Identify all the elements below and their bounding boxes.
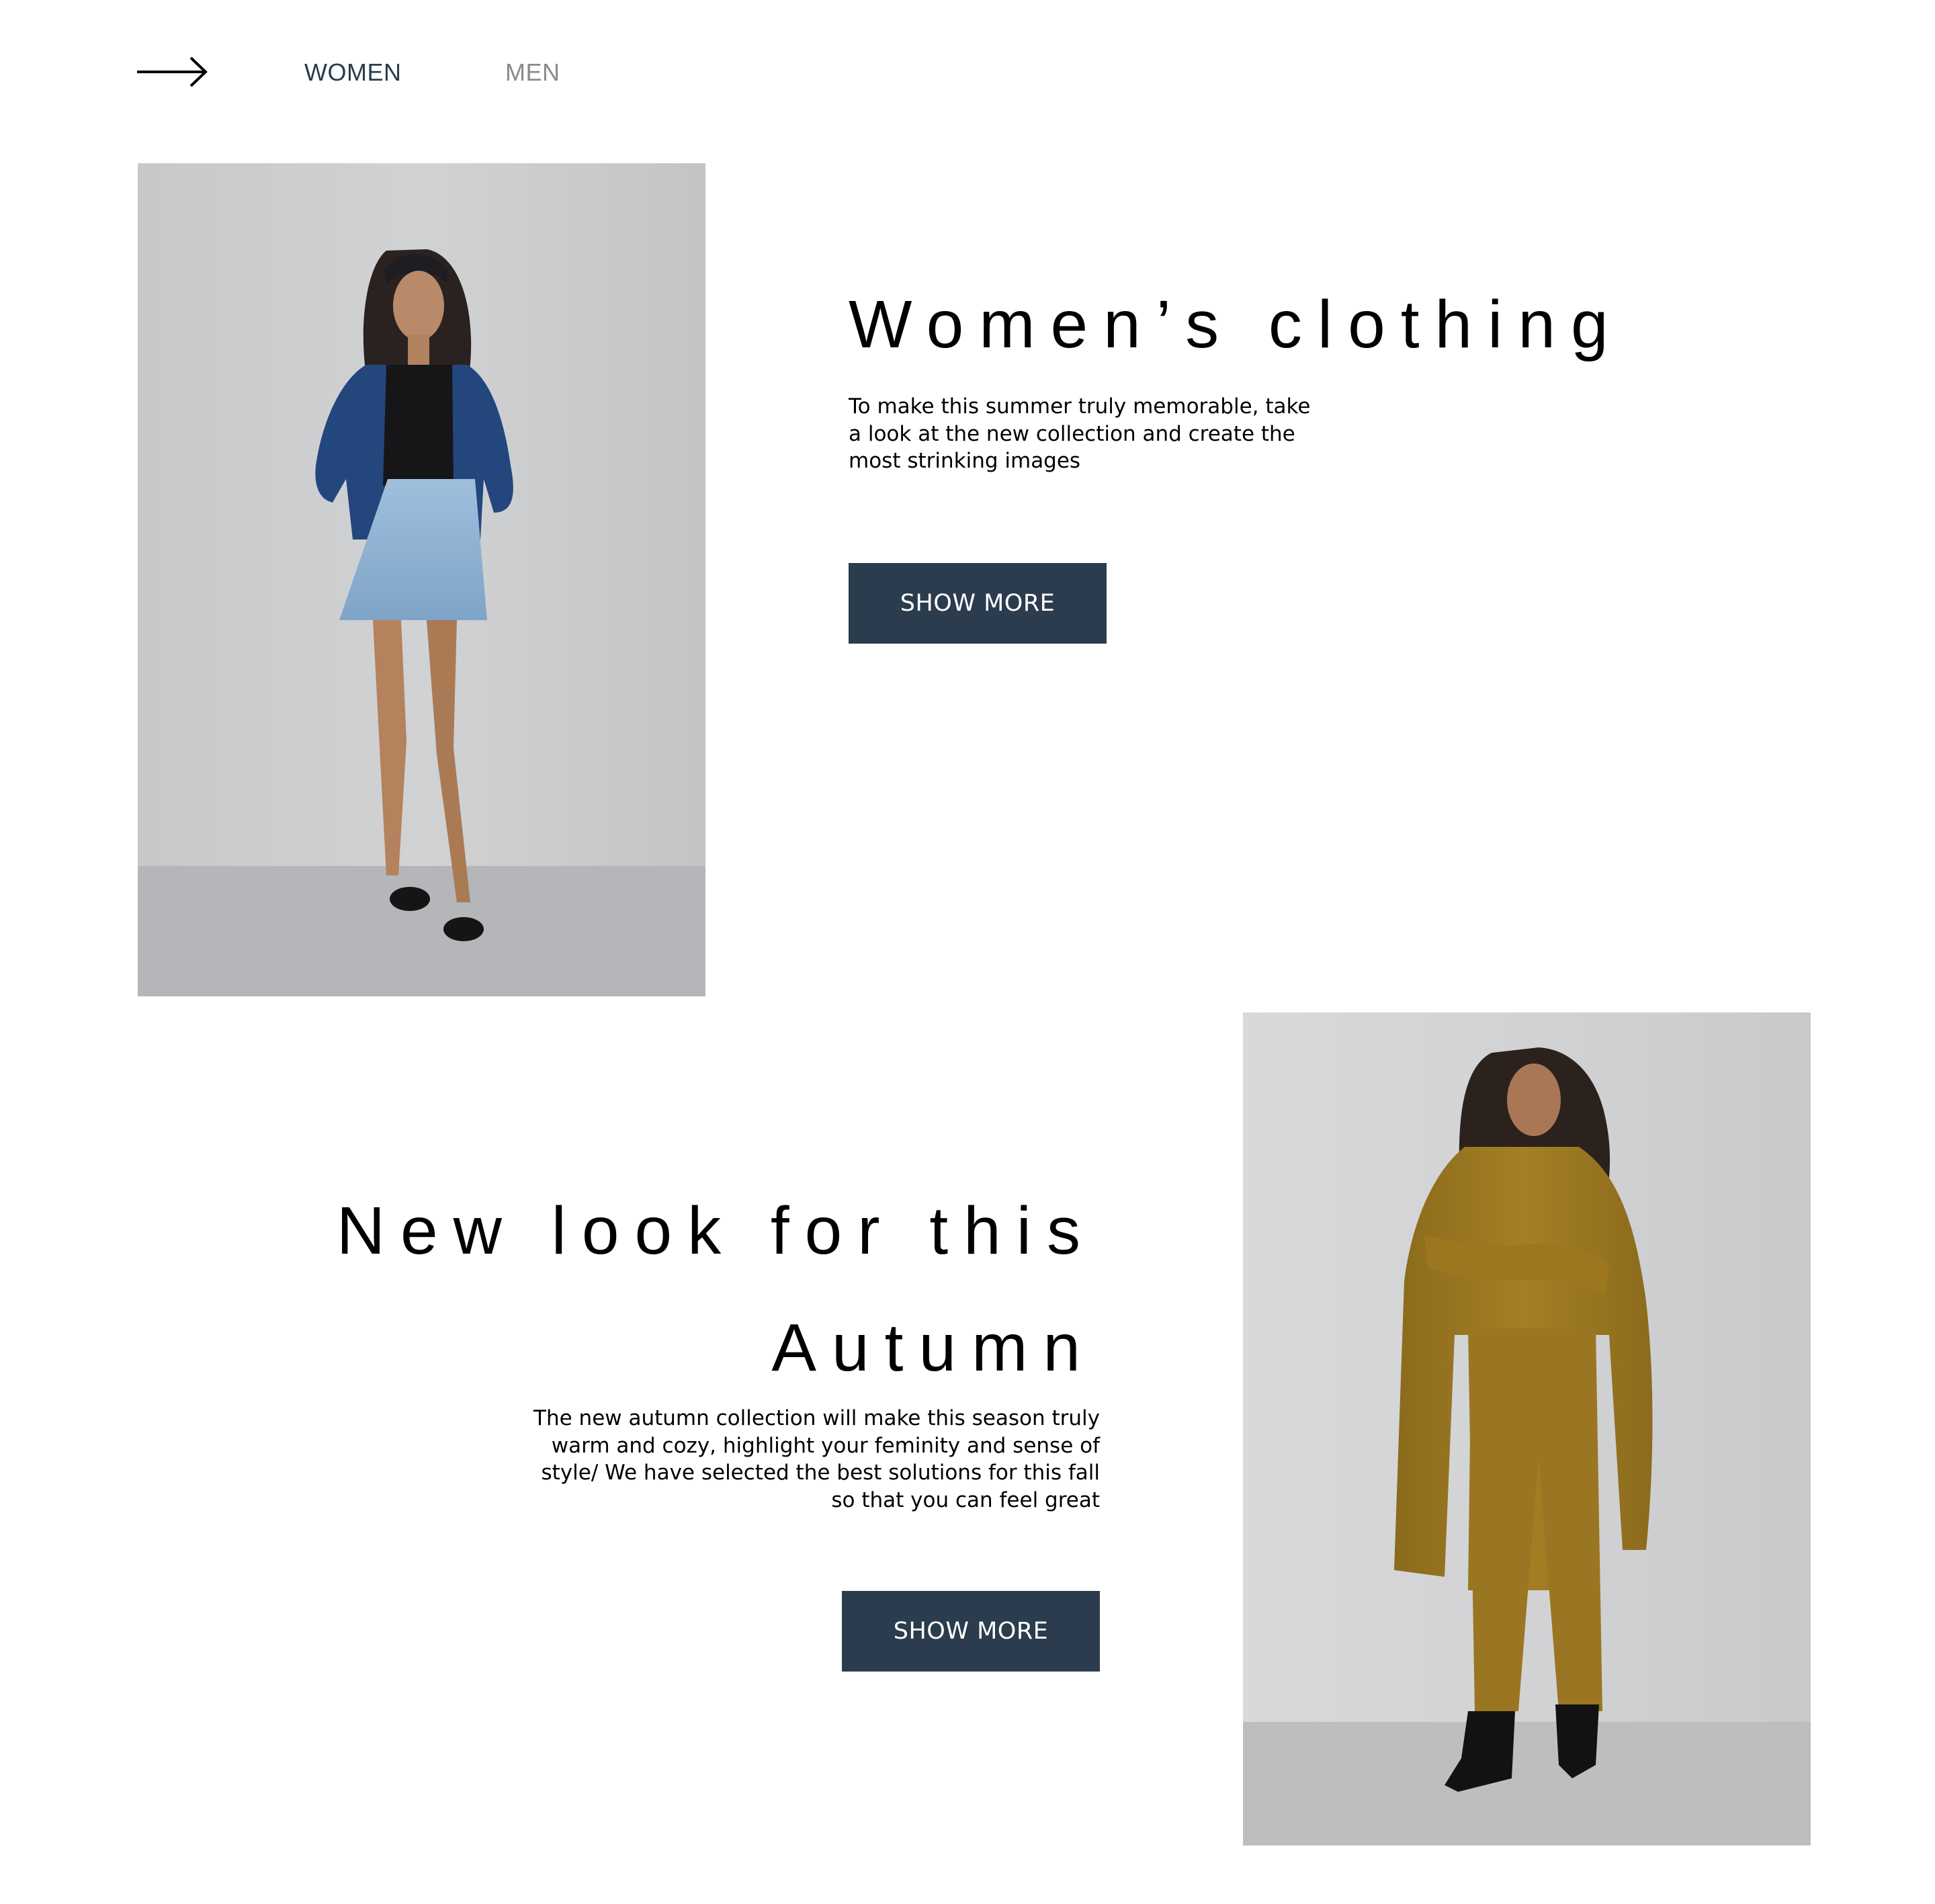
section-description: The new autumn collection will make this…	[533, 1406, 1100, 1512]
show-more-button[interactable]: SHOW MORE	[842, 1591, 1100, 1672]
arrow-right-icon[interactable]	[137, 56, 208, 88]
section-description: To make this summer truly memorable, tak…	[849, 394, 1311, 473]
section-title-line: New look for this	[336, 1193, 1096, 1268]
nav-link-men[interactable]: MEN	[505, 56, 560, 89]
section-title-line: Autumn	[771, 1310, 1096, 1385]
model-denim-photo	[138, 163, 705, 996]
section-title: New look for this Autumn	[222, 1172, 1096, 1406]
model-ochre-photo	[1243, 1012, 1811, 1846]
nav-link-women[interactable]: WOMEN	[304, 56, 401, 89]
section-title: Women’s clothing	[849, 287, 1624, 362]
top-navigation: WOMEN MEN	[0, 0, 1935, 148]
show-more-button[interactable]: SHOW MORE	[849, 563, 1107, 644]
